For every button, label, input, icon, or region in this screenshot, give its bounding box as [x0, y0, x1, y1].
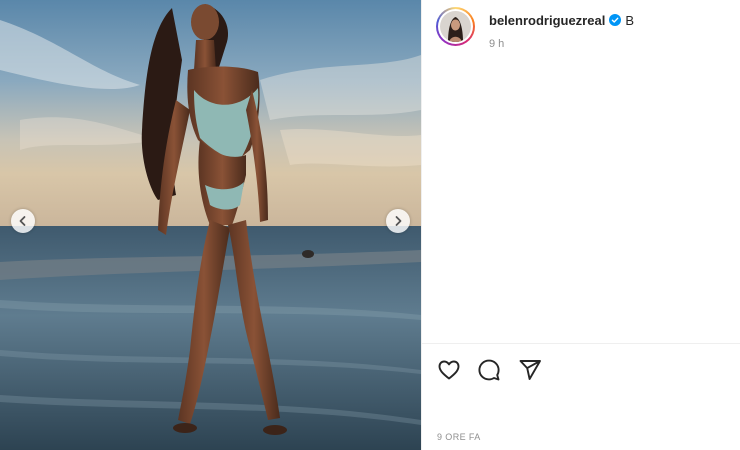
- send-icon: [519, 360, 541, 380]
- post-header: belenrodriguezreal B 9 h: [436, 7, 634, 50]
- heart-icon: [438, 360, 460, 380]
- avatar-photo: [440, 11, 471, 42]
- avatar[interactable]: [436, 7, 475, 46]
- post-media: [0, 0, 421, 450]
- chevron-left-icon: [19, 216, 26, 226]
- verified-badge-icon: [609, 14, 622, 26]
- previous-image-button[interactable]: [11, 209, 35, 233]
- share-button[interactable]: [518, 358, 542, 382]
- post-photo: [0, 0, 421, 450]
- chevron-right-icon: [395, 216, 402, 226]
- comment-button[interactable]: [477, 358, 501, 382]
- instagram-post: belenrodriguezreal B 9 h 9 ORE FA: [0, 0, 740, 450]
- divider: [422, 343, 740, 344]
- like-button[interactable]: [437, 358, 461, 382]
- comment-icon: [478, 359, 500, 381]
- next-image-button[interactable]: [386, 209, 410, 233]
- post-date[interactable]: 9 ORE FA: [437, 432, 481, 442]
- post-caption: B: [625, 12, 634, 28]
- post-time-ago[interactable]: 9 h: [489, 38, 634, 50]
- username-link[interactable]: belenrodriguezreal: [489, 13, 605, 28]
- post-sidebar: belenrodriguezreal B 9 h: [421, 0, 740, 450]
